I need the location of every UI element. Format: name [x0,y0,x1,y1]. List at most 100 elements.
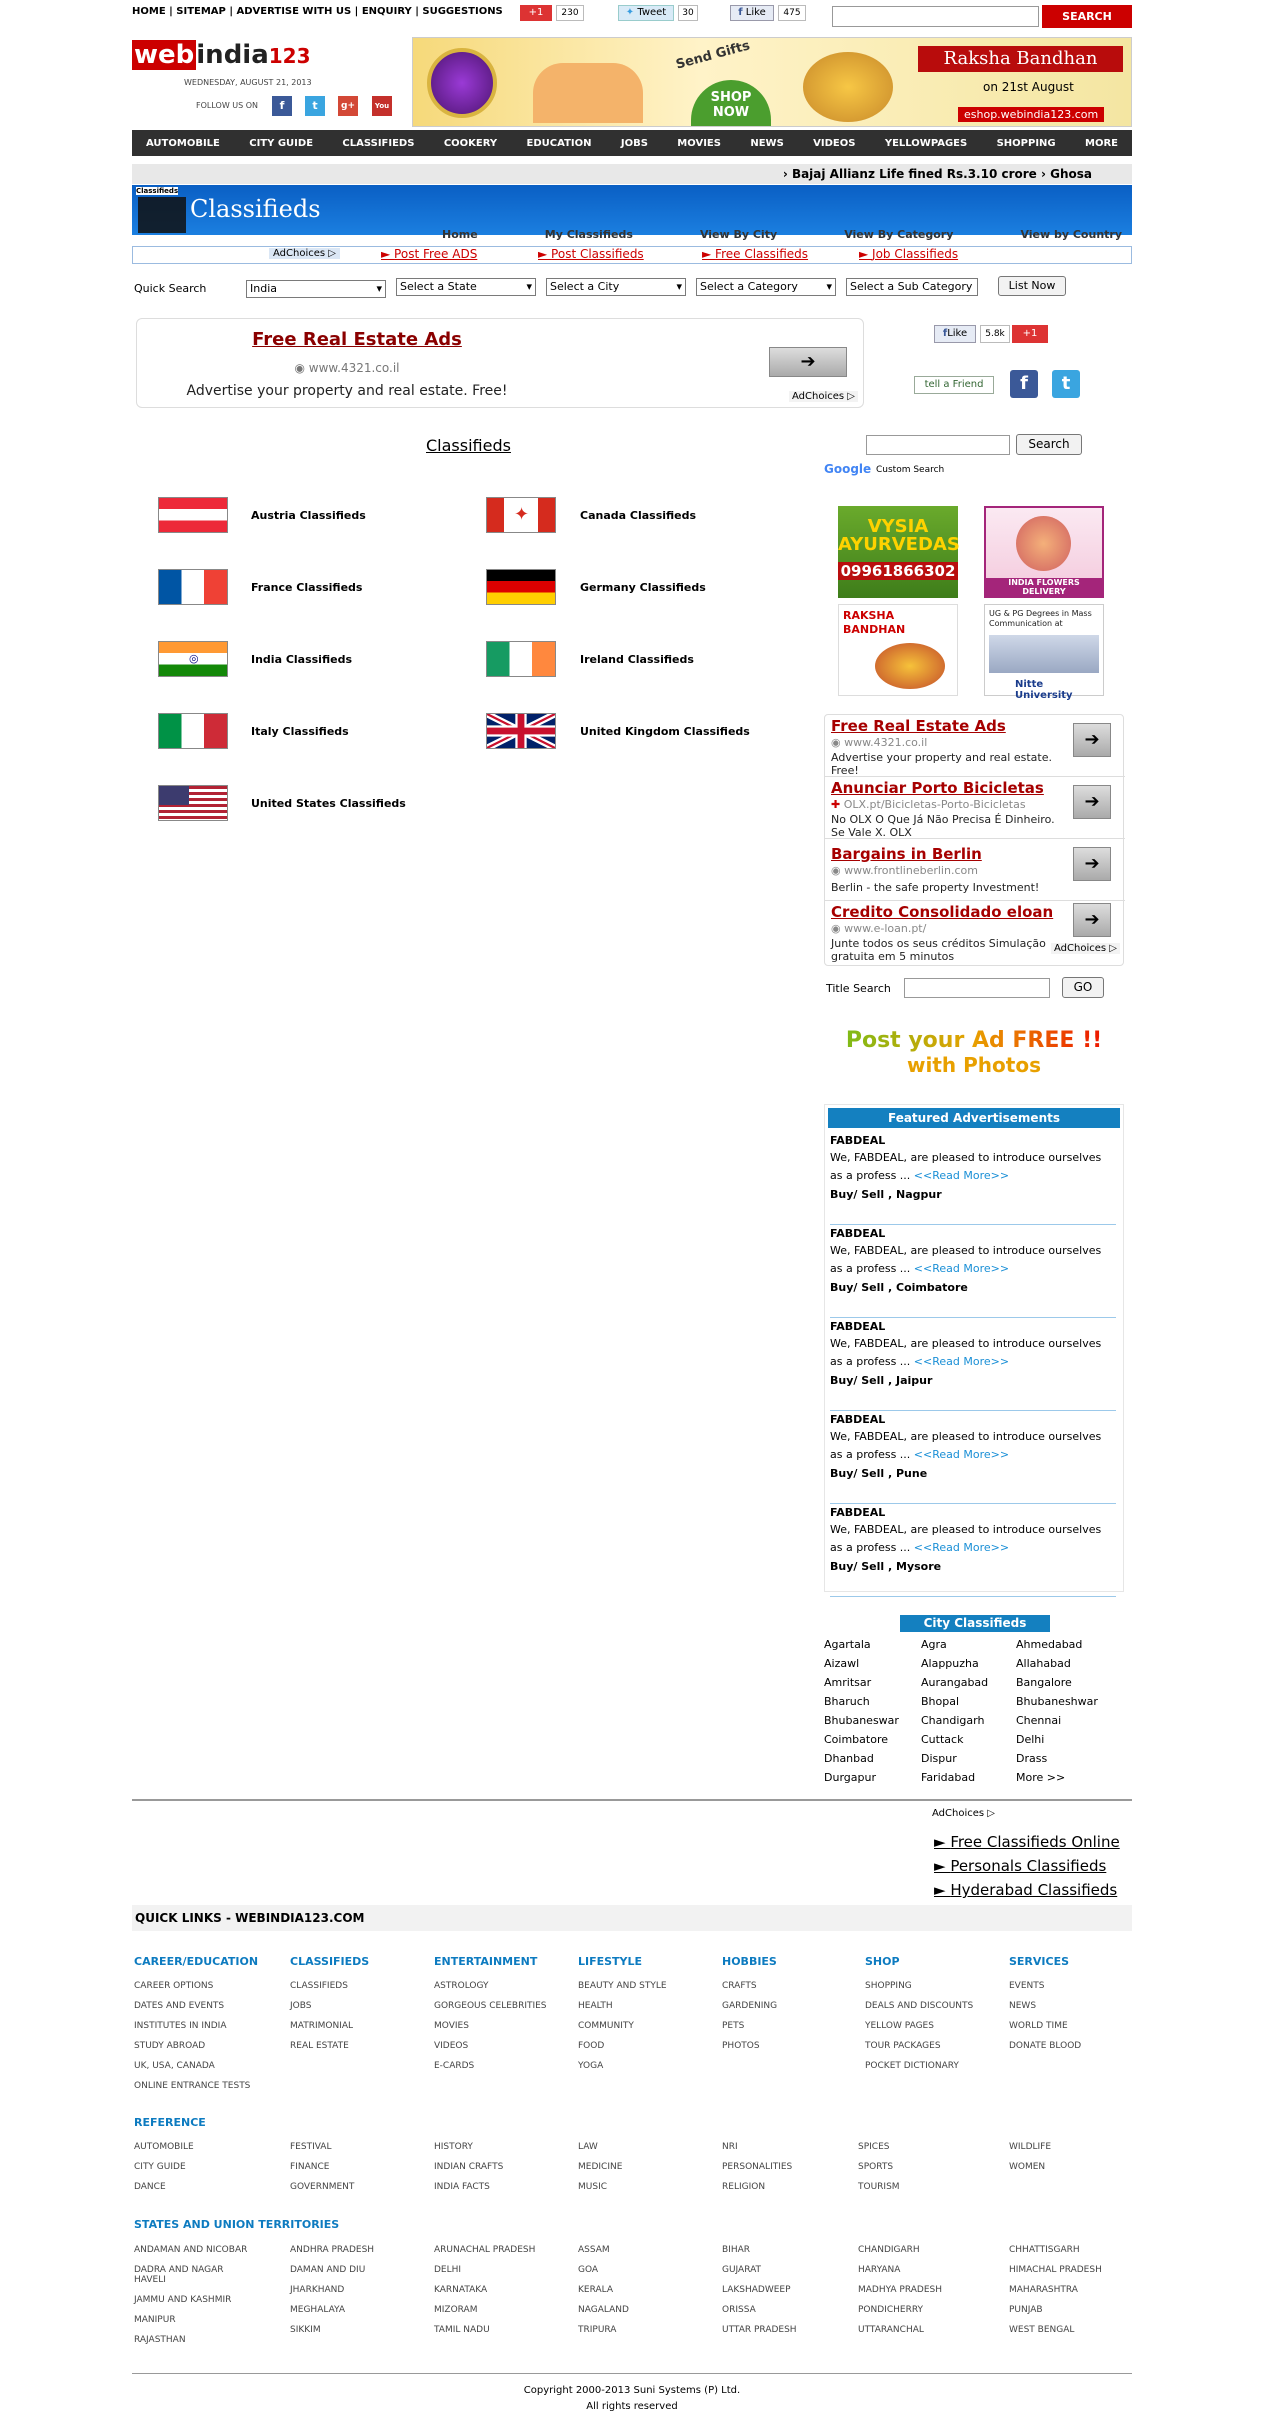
state-link[interactable]: ANDAMAN AND NICOBAR [134,2245,254,2255]
city-link[interactable]: Bhubaneshwar [1016,1695,1098,1708]
state-link[interactable]: MANIPUR [134,2315,254,2325]
top-ad-title[interactable]: Free Real Estate Ads [137,329,577,350]
tell-a-friend-button[interactable]: tell a Friend [914,376,994,394]
state-link[interactable]: HARYANA [858,2265,978,2275]
city-link[interactable]: Bhopal [921,1695,959,1708]
text-ad-3[interactable]: Bargains in Berlin ◉ www.frontlineberlin… [825,839,1125,901]
text-ads-adchoices[interactable]: AdChoices ▷ [1051,943,1120,954]
nav-videos[interactable]: VIDEOS [813,138,855,149]
top-ad-adchoices[interactable]: AdChoices ▷ [789,391,858,402]
usa-flag-icon[interactable] [158,785,228,821]
facebook-icon[interactable]: f [272,96,292,116]
reference-link[interactable]: MEDICINE [578,2162,622,2172]
state-link[interactable]: GUJARAT [722,2265,842,2275]
city-link[interactable]: Durgapur [824,1771,876,1784]
city-link[interactable]: Amritsar [824,1676,871,1689]
text-ad-2-title[interactable]: Anunciar Porto Bicicletas [831,779,1044,797]
reference-link[interactable]: TOURISM [858,2182,900,2192]
top-link-advertise[interactable]: ADVERTISE WITH US [237,6,352,17]
quicklink[interactable]: YOGA [578,2061,603,2071]
quicklinks-heading[interactable]: ENTERTAINMENT [434,1955,537,1968]
news-ticker[interactable]: › Bajaj Allianz Life fined Rs.3.10 crore… [132,164,1132,184]
bottom-ad-link[interactable]: ► Personals Classifieds [934,1854,1120,1878]
site-search-button[interactable]: SEARCH [1042,5,1132,28]
read-more-link[interactable]: <<Read More>> [914,1169,1009,1182]
text-ad-4-title[interactable]: Credito Consolidado eloan [831,903,1053,921]
state-link[interactable]: NAGALAND [578,2305,698,2315]
city-link[interactable]: Aizawl [824,1657,859,1670]
reference-link[interactable]: WOMEN [1009,2162,1045,2172]
title-search-input[interactable] [904,978,1050,998]
country-link-usa[interactable]: United States Classifieds [251,797,406,810]
category-select[interactable]: Select a Category ▾ [696,278,836,296]
quicklink[interactable]: GARDENING [722,2001,777,2011]
vysia-ad[interactable]: VYSIA AYURVEDAS 09961866302 [838,506,960,598]
quicklink[interactable]: REAL ESTATE [290,2041,349,2051]
country-link-france[interactable]: France Classifieds [251,581,362,594]
country-link-canada[interactable]: Canada Classifieds [580,509,696,522]
state-link[interactable]: MEGHALAYA [290,2305,410,2315]
list-now-button[interactable]: List Now [998,276,1066,296]
arrow-right-icon[interactable]: ➔ [1073,723,1111,757]
state-link[interactable]: HIMACHAL PRADESH [1009,2265,1129,2275]
state-link[interactable]: UTTARANCHAL [858,2325,978,2335]
subnav-view-by-category[interactable]: View By Category [844,228,953,241]
state-link[interactable]: ASSAM [578,2245,698,2255]
city-link[interactable]: Agra [921,1638,947,1651]
quicklinks-heading[interactable]: HOBBIES [722,1955,777,1968]
featured-item[interactable]: FABDEAL We, FABDEAL, are pleased to intr… [830,1132,1116,1225]
quicklink[interactable]: PETS [722,2021,744,2031]
quicklink[interactable]: BEAUTY AND STYLE [578,1981,667,1991]
subnav-my-classifieds[interactable]: My Classifieds [545,228,633,241]
state-link[interactable]: ORISSA [722,2305,842,2315]
uk-flag-icon[interactable] [486,713,556,749]
featured-item[interactable]: FABDEAL We, FABDEAL, are pleased to intr… [830,1504,1116,1597]
text-ad-2[interactable]: Anunciar Porto Bicicletas ✚ OLX.pt/Bicic… [825,777,1125,839]
city-link[interactable]: Agartala [824,1638,871,1651]
quicklink[interactable]: INSTITUTES IN INDIA [134,2021,226,2031]
google-search-input[interactable] [866,435,1010,455]
twitter-icon[interactable]: t [1052,370,1080,398]
city-link[interactable]: Bhubaneswar [824,1714,899,1727]
state-link[interactable]: ANDHRA PRADESH [290,2245,410,2255]
gplus-button-2[interactable]: +1 [1012,325,1048,343]
state-link[interactable]: DAMAN AND DIU [290,2265,410,2275]
reference-link[interactable]: CITY GUIDE [134,2162,186,2172]
reference-link[interactable]: RELIGION [722,2182,765,2192]
city-link[interactable]: Dispur [921,1752,957,1765]
city-link[interactable]: Cuttack [921,1733,963,1746]
city-link[interactable]: Delhi [1016,1733,1044,1746]
quicklink[interactable]: CRAFTS [722,1981,757,1991]
state-link[interactable]: JHARKHAND [290,2285,410,2295]
read-more-link[interactable]: <<Read More>> [914,1448,1009,1461]
raksha-bandhan-banner[interactable]: Send Gifts SHOP NOW Raksha Bandhan on 21… [412,37,1132,127]
reference-link[interactable]: INDIAN CRAFTS [434,2162,503,2172]
state-link[interactable]: KERALA [578,2285,698,2295]
quicklink[interactable]: DATES AND EVENTS [134,2001,224,2011]
bottom-ad-link[interactable]: ► Free Classifieds Online [934,1830,1120,1854]
state-link[interactable]: PUNJAB [1009,2305,1129,2315]
state-select[interactable]: Select a State ▾ [396,278,536,296]
france-flag-icon[interactable] [158,569,228,605]
state-link[interactable]: TAMIL NADU [434,2325,554,2335]
state-link[interactable]: KARNATAKA [434,2285,554,2295]
reference-link[interactable]: SPORTS [858,2162,893,2172]
state-link[interactable]: TRIPURA [578,2325,698,2335]
text-ad-4[interactable]: Credito Consolidado eloan ◉ www.e-loan.p… [825,901,1125,965]
state-link[interactable]: PONDICHERRY [858,2305,978,2315]
subnav-view-by-city[interactable]: View By City [700,228,777,241]
city-link[interactable]: Drass [1016,1752,1047,1765]
state-link[interactable]: CHANDIGARH [858,2245,978,2255]
state-link[interactable]: LAKSHADWEEP [722,2285,842,2295]
read-more-link[interactable]: <<Read More>> [914,1262,1009,1275]
state-link[interactable]: UTTAR PRADESH [722,2325,842,2335]
top-link-home[interactable]: HOME [132,6,166,17]
country-link-ireland[interactable]: Ireland Classifieds [580,653,694,666]
free-classifieds-link[interactable]: ► Free Classifieds [702,247,808,261]
city-link[interactable]: Dhanbad [824,1752,874,1765]
country-link-uk[interactable]: United Kingdom Classifieds [580,725,750,738]
text-ad-3-title[interactable]: Bargains in Berlin [831,845,982,863]
state-link[interactable]: JAMMU AND KASHMIR [134,2295,254,2305]
adchoices-label[interactable]: AdChoices ▷ [269,248,340,259]
quicklink[interactable]: ASTROLOGY [434,1981,489,1991]
